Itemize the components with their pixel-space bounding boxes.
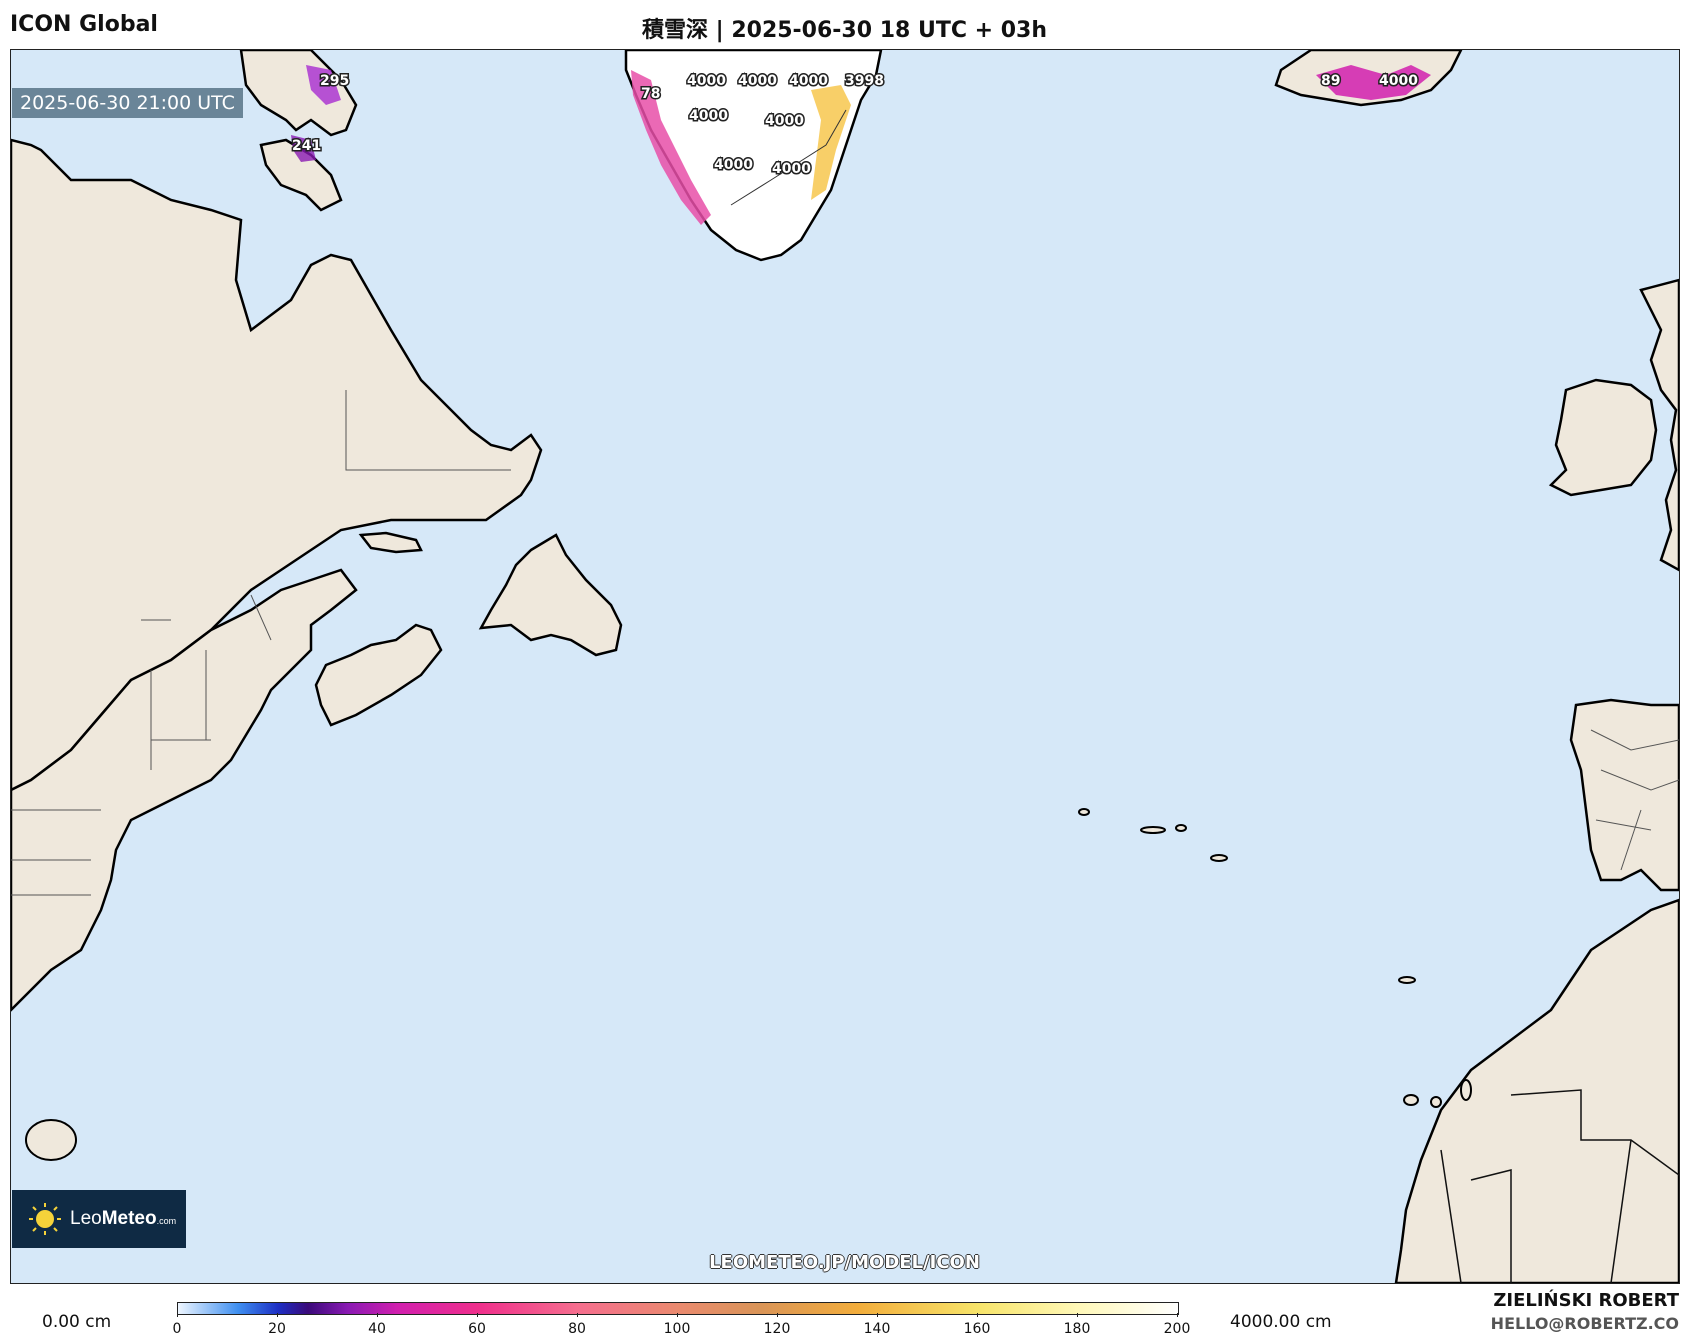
logo-brand-bold: Meteo: [101, 1208, 157, 1229]
colorbar-tick-label: 100: [663, 1321, 691, 1337]
newfoundland-land: [478, 533, 623, 657]
snow-value-label: 4000: [1379, 73, 1418, 89]
leometeo-logo: LeoMeteo.com: [12, 1190, 186, 1248]
colorbar-tick-label: 180: [1063, 1321, 1091, 1337]
iberia-land: [1569, 698, 1679, 892]
colorbar-tick-label: 200: [1163, 1321, 1191, 1337]
colorbar-tick-label: 0: [172, 1321, 182, 1337]
colorbar-tick: [977, 1313, 978, 1317]
nova-scotia-land: [314, 623, 443, 727]
logo-suffix: .com: [156, 1216, 177, 1226]
africa-land: [1394, 898, 1679, 1283]
colorbar-tick: [577, 1313, 578, 1317]
snow-value-label: 241: [292, 138, 321, 154]
author-email: HELLO@ROBERTZ.CO: [1490, 1314, 1679, 1333]
snow-value-label: 89: [1321, 73, 1340, 89]
sun-icon: [29, 1203, 61, 1235]
logo-brand-light: Leo: [70, 1208, 102, 1229]
logo-wordmark: LeoMeteo.com: [70, 1208, 176, 1230]
colorbar-tick: [277, 1313, 278, 1317]
canary-island-1: [1403, 1094, 1419, 1106]
map-canvas: 295 241 78 4000 4000 4000 3998 4000 4000…: [11, 50, 1679, 1283]
colorbar-tick: [177, 1313, 178, 1317]
colorbar-ticks: 0 20 40 60 80 100 120 140 160 180 200: [173, 1313, 1190, 1337]
colorbar-tick-label: 160: [963, 1321, 991, 1337]
colorbar-tick-label: 60: [468, 1321, 486, 1337]
map-area[interactable]: 295 241 78 4000 4000 4000 3998 4000 4000…: [10, 49, 1680, 1284]
azores-island-2: [1140, 826, 1166, 834]
snow-value-label: 4000: [772, 161, 811, 177]
colorbar-tick: [877, 1313, 878, 1317]
author-name: ZIELIŃSKI ROBERT: [1493, 1290, 1679, 1311]
source-url: LEOMETEO.JP/MODEL/ICON: [709, 1252, 980, 1273]
azores-island-4: [1210, 854, 1228, 862]
valid-time-badge: 2025-06-30 21:00 UTC: [12, 88, 243, 118]
snow-value-label: 4000: [714, 157, 753, 173]
snow-value-label: 4000: [687, 73, 726, 89]
ireland-land: [1548, 378, 1658, 497]
canary-island-2: [1430, 1096, 1442, 1108]
colorbar-tick: [777, 1313, 778, 1317]
colorbar-tick-label: 140: [863, 1321, 891, 1337]
snow-value-label: 4000: [789, 73, 828, 89]
map-title: 積雪深 | 2025-06-30 18 UTC + 03h: [641, 18, 1048, 43]
snow-value-label: 4000: [738, 73, 777, 89]
colorbar-tick: [677, 1313, 678, 1317]
colorbar-tick: [477, 1313, 478, 1317]
colorbar-tick-label: 80: [568, 1321, 586, 1337]
colorbar-tick: [1177, 1313, 1178, 1317]
colorbar-tick: [377, 1313, 378, 1317]
colorbar-min-label: 0.00 cm: [42, 1312, 112, 1332]
north-america-land: [11, 138, 543, 792]
snow-value-label: 3998: [845, 73, 884, 89]
azores-island-3: [1175, 824, 1187, 832]
snow-value-label: 78: [641, 86, 660, 102]
madeira-island: [1398, 976, 1416, 984]
colorbar-max-label: 4000.00 cm: [1230, 1312, 1332, 1332]
colorbar-tick: [1077, 1313, 1078, 1317]
canary-island-3: [1460, 1079, 1472, 1101]
baffin-island-land: [239, 50, 358, 137]
snow-value-label: 4000: [689, 108, 728, 124]
snow-value-label: 295: [320, 73, 349, 89]
azores-island-1: [1078, 808, 1090, 816]
anticosti-island: [358, 531, 423, 554]
colorbar-tick-label: 40: [368, 1321, 386, 1337]
bahamas-island: [25, 1119, 77, 1161]
colorbar-tick-label: 20: [268, 1321, 286, 1337]
colorbar-tick-label: 120: [763, 1321, 791, 1337]
snow-value-label: 4000: [765, 113, 804, 129]
